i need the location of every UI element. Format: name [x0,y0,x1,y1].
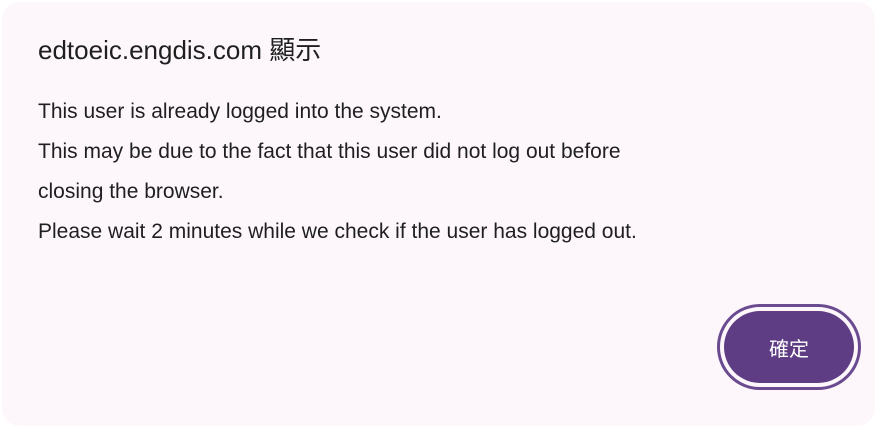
message-line: closing the browser. [38,180,224,203]
ok-button[interactable]: 確定 [724,311,854,383]
message-line: This user is already logged into the sys… [38,100,442,123]
dialog-title: edtoeic.engdis.com 顯示 [38,35,322,65]
message-line: Please wait 2 minutes while we check if … [38,220,637,243]
dialog-message: This user is already logged into the sys… [38,92,838,252]
message-line: This may be due to the fact that this us… [38,140,621,163]
